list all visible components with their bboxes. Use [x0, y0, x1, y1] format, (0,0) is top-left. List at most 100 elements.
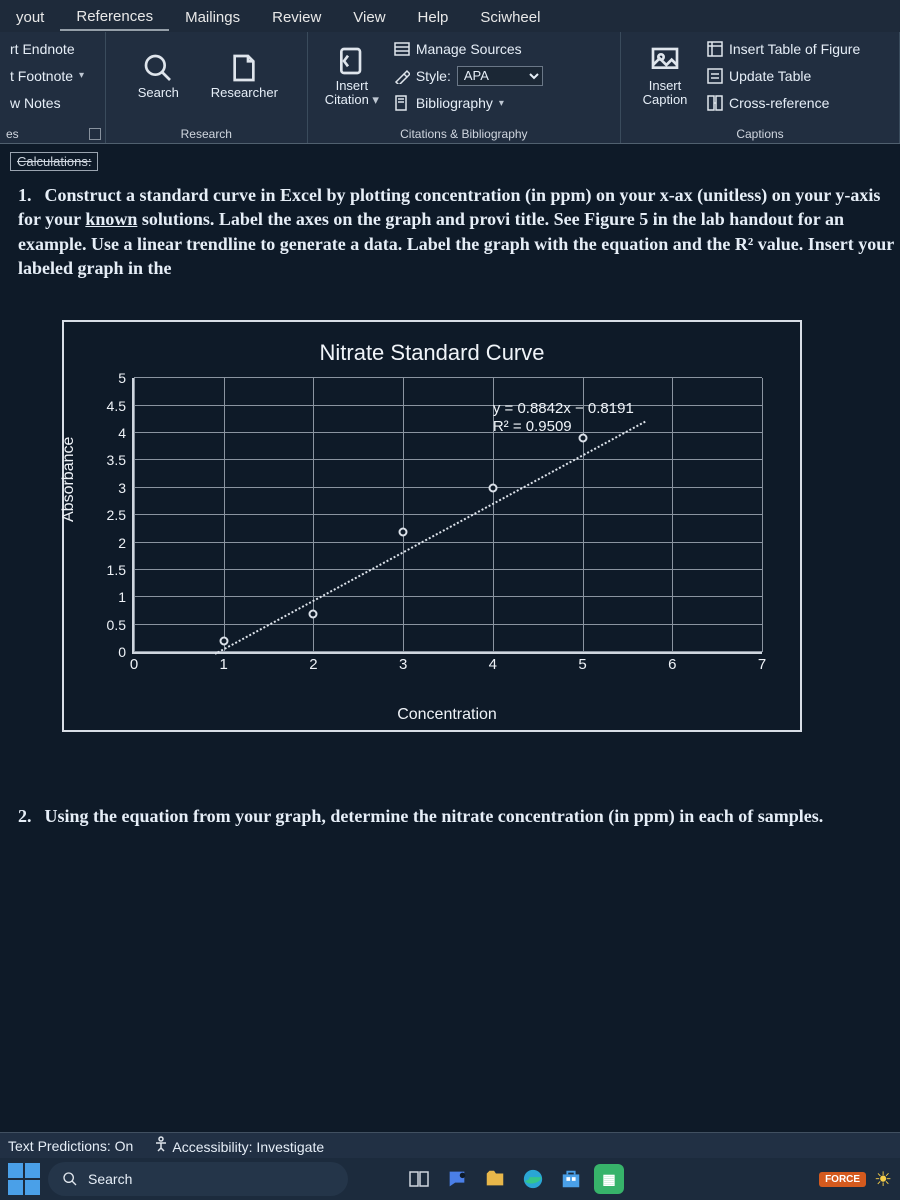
manage-sources-button[interactable]: Manage Sources — [394, 39, 610, 59]
researcher-icon — [228, 52, 260, 84]
insert-citation-icon — [336, 45, 368, 77]
ribbon-tab-strip: yout References Mailings Review View Hel… — [0, 0, 900, 32]
x-tick: 3 — [399, 656, 407, 673]
accessibility-label: Accessibility: Investigate — [172, 1139, 324, 1155]
trendline-r2: R² = 0.9509 — [493, 418, 634, 436]
insert-citation-label-2: Citation — [325, 92, 369, 107]
tab-mailings[interactable]: Mailings — [169, 3, 256, 30]
taskview-icon — [409, 1169, 429, 1189]
ribbon-group-captions: InsertCaption Insert Table of Figure Upd… — [621, 32, 900, 143]
q1-text-b: solutions. Label the axes on the graph a… — [18, 209, 894, 278]
x-tick: 7 — [758, 656, 766, 673]
insert-caption-button[interactable]: InsertCaption — [627, 36, 703, 116]
plot-area: 00.511.522.533.544.5501234567y = 0.8842x… — [132, 378, 762, 654]
status-bar: Text Predictions: On Accessibility: Inve… — [0, 1132, 900, 1158]
x-tick: 5 — [578, 656, 586, 673]
windows-taskbar: Search ▦ FORCE ☀ — [0, 1158, 900, 1200]
insert-table-figures-button[interactable]: Insert Table of Figure — [707, 39, 889, 59]
y-tick: 3.5 — [107, 452, 134, 468]
document-body[interactable]: Calculations: 1. Construct a standard cu… — [0, 144, 900, 1144]
research-group-label: Research — [112, 127, 301, 143]
table-of-figures-icon — [707, 41, 723, 57]
bibliography-icon — [394, 95, 410, 111]
captions-group-label: Captions — [627, 127, 893, 143]
style-icon — [394, 68, 410, 84]
y-tick: 2 — [118, 535, 134, 551]
tab-review[interactable]: Review — [256, 3, 337, 30]
researcher-button[interactable]: Researcher — [196, 36, 292, 116]
y-tick: 5 — [118, 370, 134, 386]
x-tick: 1 — [220, 656, 228, 673]
tab-references[interactable]: References — [60, 2, 169, 31]
taskbar-taskview-icon[interactable] — [404, 1164, 434, 1194]
taskbar-explorer-icon[interactable] — [480, 1164, 510, 1194]
next-footnote-button[interactable]: t Footnote ▾ — [10, 66, 95, 86]
taskbar-search-label: Search — [88, 1171, 132, 1187]
start-button[interactable] — [8, 1163, 40, 1195]
question-1: 1. Construct a standard curve in Excel b… — [0, 171, 900, 280]
cross-reference-button[interactable]: Cross-reference — [707, 93, 889, 113]
bibliography-button[interactable]: Bibliography ▾ — [394, 93, 610, 113]
ribbon: rt Endnote t Footnote ▾ w Notes es Searc… — [0, 32, 900, 144]
tab-sciwheel[interactable]: Sciwheel — [464, 3, 556, 30]
taskbar-edge-icon[interactable] — [518, 1164, 548, 1194]
y-tick: 1 — [118, 589, 134, 605]
question-2: 2. Using the equation from your graph, d… — [0, 792, 900, 828]
chevron-down-icon: ▾ — [499, 98, 504, 109]
insert-endnote-button[interactable]: rt Endnote — [10, 39, 95, 59]
style-select[interactable]: APA — [457, 66, 543, 86]
chart-title: Nitrate Standard Curve — [64, 322, 800, 366]
ribbon-group-citations: InsertCitation ▾ Manage Sources Style: A… — [308, 32, 621, 143]
taskbar-weather-icon[interactable]: ☀ — [874, 1167, 892, 1192]
x-tick: 0 — [130, 656, 138, 673]
citations-group-label: Citations & Bibliography — [314, 127, 614, 143]
footnotes-group-label: es — [6, 127, 99, 143]
app-green-icon: ▦ — [602, 1171, 615, 1188]
cross-reference-icon — [707, 95, 723, 111]
search-button[interactable]: Search — [120, 36, 196, 116]
insert-table-figures-label: Insert Table of Figure — [729, 41, 860, 57]
search-icon — [142, 52, 174, 84]
trendline-equation: y = 0.8842x − 0.8191 — [493, 400, 634, 418]
show-notes-button[interactable]: w Notes — [10, 93, 95, 113]
taskbar-app-green-icon[interactable]: ▦ — [594, 1164, 624, 1194]
style-label: Style: — [416, 68, 451, 84]
update-table-icon — [707, 68, 723, 84]
y-tick: 0.5 — [107, 617, 134, 633]
insert-citation-label-1: Insert — [336, 78, 369, 93]
insert-caption-icon — [649, 45, 681, 77]
footnotes-dialog-launcher[interactable] — [89, 128, 101, 140]
update-table-button[interactable]: Update Table — [707, 66, 889, 86]
data-point — [488, 483, 497, 492]
accessibility-icon — [153, 1136, 169, 1152]
insert-citation-button[interactable]: InsertCitation ▾ — [314, 36, 390, 116]
trendline — [214, 421, 646, 655]
y-tick: 3 — [118, 480, 134, 496]
data-point — [399, 527, 408, 536]
q2-number: 2. — [18, 804, 40, 828]
chevron-down-icon: ▾ — [79, 70, 84, 81]
manage-sources-label: Manage Sources — [416, 41, 522, 57]
style-selector-row: Style: APA — [394, 64, 610, 88]
q1-known: known — [85, 209, 137, 229]
bibliography-label: Bibliography — [416, 95, 493, 111]
cross-reference-label: Cross-reference — [729, 95, 829, 111]
y-axis-label: Absorbance — [60, 437, 78, 522]
taskbar-app-store-icon[interactable] — [556, 1164, 586, 1194]
ribbon-group-footnotes: rt Endnote t Footnote ▾ w Notes es — [0, 32, 106, 143]
chart-nitrate-standard-curve: Nitrate Standard Curve 00.511.522.533.54… — [62, 320, 802, 732]
search-label: Search — [138, 86, 179, 100]
tab-help[interactable]: Help — [402, 3, 465, 30]
y-tick: 2.5 — [107, 507, 134, 523]
accessibility-status[interactable]: Accessibility: Investigate — [153, 1136, 324, 1155]
insert-caption-label-2: Caption — [643, 92, 688, 107]
tab-layout[interactable]: yout — [0, 3, 60, 30]
q2-text: Using the equation from your graph, dete… — [45, 806, 824, 826]
taskbar-chat-icon[interactable] — [442, 1164, 472, 1194]
tab-view[interactable]: View — [337, 3, 401, 30]
text-predictions-status[interactable]: Text Predictions: On — [8, 1138, 133, 1154]
taskbar-search[interactable]: Search — [48, 1162, 348, 1196]
edge-icon — [522, 1168, 544, 1190]
y-tick: 4.5 — [107, 398, 134, 414]
taskbar-force-badge[interactable]: FORCE — [819, 1172, 866, 1187]
